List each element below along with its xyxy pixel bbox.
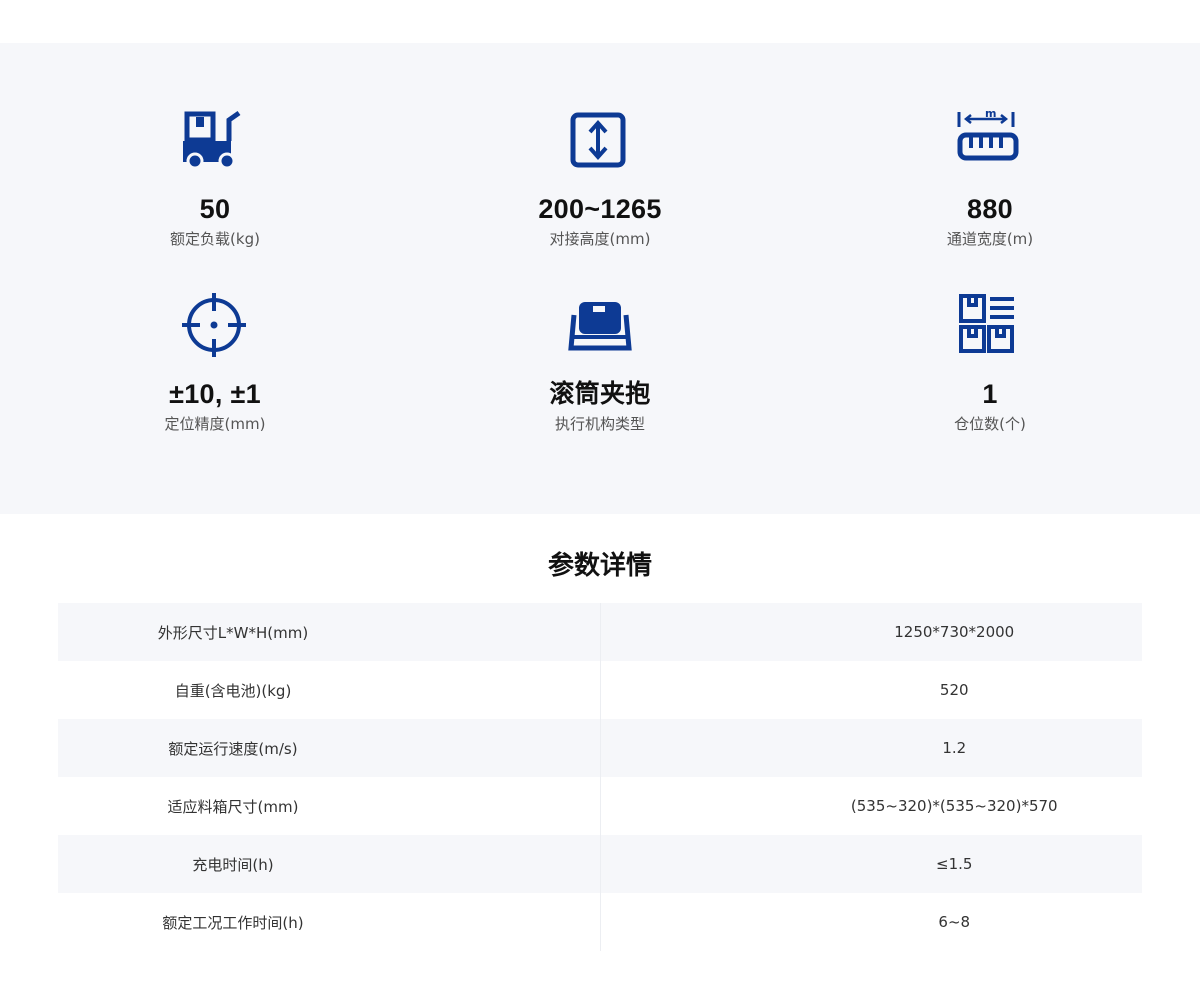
table-row: 适应料箱尺寸(mm) (535~320)*(535~320)*570 <box>58 777 1142 835</box>
spec-label: 执行机构类型 <box>554 415 645 433</box>
spec-label: 仓位数(个) <box>954 415 1026 433</box>
spec-value: ±10, ±1 <box>169 379 261 409</box>
height-arrows-icon <box>570 112 626 168</box>
table-row: 自重(含电池)(kg) 520 <box>58 661 1142 719</box>
spec-label: 对接高度(mm) <box>549 230 651 248</box>
param-table: 外形尺寸L*W*H(mm) 1250*730*2000 自重(含电池)(kg) … <box>58 603 1142 951</box>
table-row: 额定运行速度(m/s) 1.2 <box>58 719 1142 777</box>
spec-actuator-type: 滚筒夹抱 执行机构类型 <box>480 293 720 434</box>
spec-docking-height: 200~1265 对接高度(mm) <box>480 108 720 249</box>
param-name: 额定运行速度(m/s) <box>168 739 298 758</box>
ruler-width-icon: m <box>957 108 1019 161</box>
param-value: (535~320)*(535~320)*570 <box>850 797 1058 815</box>
table-row: 额定工况工作时间(h) 6~8 <box>58 893 1142 951</box>
spec-label: 通道宽度(m) <box>946 230 1034 248</box>
spec-panel: 50 额定负载(kg) 200~1265 对接高度(mm) m 880 通道宽度… <box>0 43 1200 514</box>
param-name: 自重(含电池)(kg) <box>174 681 292 700</box>
table-row: 充电时间(h) ≤1.5 <box>58 835 1142 893</box>
spec-value: 滚筒夹抱 <box>549 379 651 408</box>
param-value: 1.2 <box>942 739 967 757</box>
param-value: 520 <box>939 681 969 699</box>
spec-positioning-accuracy: ±10, ±1 定位精度(mm) <box>95 293 335 434</box>
param-name: 适应料箱尺寸(mm) <box>167 797 299 816</box>
spec-value: 200~1265 <box>538 194 662 224</box>
param-value: ≤1.5 <box>936 855 973 873</box>
spec-rated-load: 50 额定负载(kg) <box>95 108 335 249</box>
param-name: 充电时间(h) <box>192 855 274 874</box>
param-value: 1250*730*2000 <box>894 623 1015 641</box>
table-row: 外形尺寸L*W*H(mm) 1250*730*2000 <box>58 603 1142 661</box>
section-title: 参数详情 <box>547 551 652 581</box>
param-name: 额定工况工作时间(h) <box>162 913 304 932</box>
spec-label: 额定负载(kg) <box>170 230 260 248</box>
param-name: 外形尺寸L*W*H(mm) <box>157 623 309 642</box>
crosshair-target-icon <box>182 293 246 357</box>
spec-storage-slots: 1 仓位数(个) <box>870 293 1110 434</box>
storage-slots-icon <box>959 294 1014 353</box>
spec-value: 50 <box>199 194 231 224</box>
forklift-cart-icon <box>183 110 241 170</box>
param-value: 6~8 <box>938 913 971 931</box>
spec-aisle-width: m 880 通道宽度(m) <box>870 108 1110 249</box>
roller-clamp-box-icon <box>568 302 632 351</box>
spec-label: 定位精度(mm) <box>164 415 266 433</box>
spec-value: 1 <box>982 379 998 409</box>
spec-value: 880 <box>967 194 1013 224</box>
